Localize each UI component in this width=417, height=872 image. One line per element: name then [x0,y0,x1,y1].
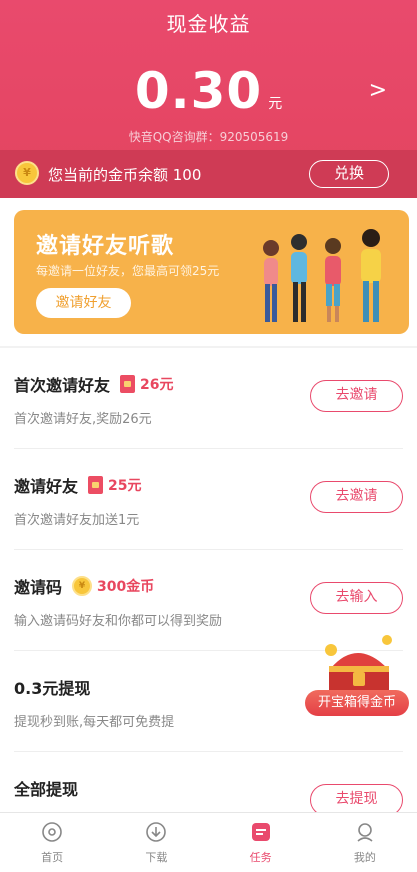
exchange-button[interactable]: 兑换 [309,160,389,188]
go-invite-button[interactable]: 去邀请 [310,380,403,412]
task-title: 首次邀请好友 26元 [14,372,174,396]
task-title: 全部提现 [14,776,78,800]
tab-label: 任务 [249,851,272,864]
go-enter-code-button[interactable]: 去输入 [310,582,403,614]
task-title: 邀请好友 25元 [14,473,142,497]
list-item: 首次邀请好友 26元 首次邀请好友,奖励26元 去邀请 [14,348,403,449]
coin-balance-text: 您当前的金币余额 100 [48,166,202,184]
chevron-right-icon[interactable]: > [369,78,387,103]
tab-label: 首页 [41,851,64,864]
task-reward: 26元 [120,374,174,394]
invite-banner-section: 邀请好友听歌 每邀请一位好友，您最高可领25元 邀请好友 [0,198,417,346]
dancing-people-illustration [263,229,381,322]
invite-banner[interactable]: 邀请好友听歌 每邀请一位好友，您最高可领25元 邀请好友 [14,210,409,334]
task-icon [251,823,270,841]
red-envelope-icon [88,476,104,494]
red-envelope-icon [120,375,136,393]
cash-amount-row: 0.30 元 [0,62,417,120]
list-item: 全部提现 去提现 [14,752,403,812]
coin-icon: ¥ [15,161,39,185]
coin-icon: ¥ [72,576,93,596]
banner-title: 邀请好友听歌 [36,234,175,259]
download-icon [146,822,167,842]
earnings-header: 现金收益 0.30 元 > 快音QQ咨询群：920505619 ¥ 您当前的金币余… [0,0,417,198]
tab-tasks[interactable]: 任务 [209,813,313,872]
task-reward-text: 25元 [108,478,142,494]
tab-profile[interactable]: 我的 [313,813,417,872]
task-title-text: 全部提现 [14,780,79,799]
tab-home[interactable]: 首页 [0,813,104,872]
go-withdraw-button[interactable]: 去提现 [310,784,403,812]
task-reward: ¥300金币 [72,576,154,596]
invite-friends-button[interactable]: 邀请好友 [36,288,131,318]
bottom-tab-bar: 首页 下载 任务 我的 [0,812,417,872]
task-title-text: 首次邀请好友 [14,376,111,395]
treasure-chest-widget[interactable]: 开宝箱得金币 [305,628,409,716]
list-item: 邀请好友 25元 首次邀请好友加送1元 去邀请 [14,449,403,550]
cash-unit: 元 [268,96,283,112]
task-description: 首次邀请好友加送1元 [14,513,140,528]
cash-amount: 0.30 [134,62,263,120]
task-title-text: 邀请码 [14,578,63,597]
page-title: 现金收益 [166,12,251,36]
tab-download[interactable]: 下载 [104,813,208,872]
treasure-label: 开宝箱得金币 [305,690,409,716]
tab-label: 下载 [145,851,168,864]
profile-icon [357,823,373,842]
task-description: 输入邀请码好友和你都可以得到奖励 [14,614,223,629]
task-reward: 25元 [88,475,142,495]
tab-label: 我的 [353,851,376,864]
task-title: 邀请码 ¥300金币 [14,574,154,598]
home-disc-icon [42,822,62,842]
task-description: 提现秒到账,每天都可免费提 [14,715,175,730]
task-reward-text: 26元 [140,377,174,393]
qq-group-text: 快音QQ咨询群：920505619 [128,130,289,144]
task-title: 0.3元提现 [14,675,90,699]
coin-balance-bar: ¥ 您当前的金币余额 100 兑换 [0,150,417,198]
banner-subtitle: 每邀请一位好友，您最高可领25元 [36,264,220,278]
go-invite-button[interactable]: 去邀请 [310,481,403,513]
task-title-text: 邀请好友 [14,477,79,496]
task-description: 首次邀请好友,奖励26元 [14,412,152,427]
task-list: 首次邀请好友 26元 首次邀请好友,奖励26元 去邀请 邀请好友 25元 首次邀… [0,348,417,812]
task-title-text: 0.3元提现 [14,679,91,698]
task-reward-text: 300金币 [97,579,155,595]
